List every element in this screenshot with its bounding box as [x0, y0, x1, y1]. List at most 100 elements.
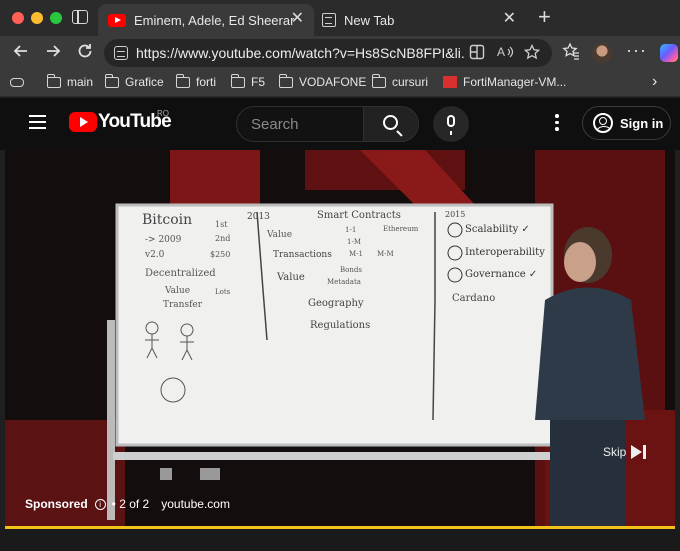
- skip-label: Skip: [603, 445, 627, 459]
- bookmark-fortimanager[interactable]: FortiManager-VM...: [443, 75, 566, 89]
- tab-actions-icon[interactable]: [72, 10, 88, 24]
- new-tab-button[interactable]: +: [538, 6, 551, 28]
- board-2015: 2015: [445, 210, 466, 219]
- board-m-1: M-1: [349, 250, 363, 258]
- video-player[interactable]: Bitcoin 1st -> 2009 2nd v2.0 $250 Decent…: [5, 150, 675, 529]
- ad-sponsored-label: Sponsored: [25, 497, 88, 511]
- address-bar[interactable]: https://www.youtube.com/watch?v=Hs8ScNB8…: [104, 39, 552, 67]
- below-player-area: [0, 529, 680, 551]
- sign-in-label: Sign in: [620, 115, 664, 131]
- board-smart-contracts: Smart Contracts: [317, 210, 401, 221]
- lock-icon[interactable]: [114, 46, 128, 60]
- forward-icon[interactable]: [44, 42, 62, 64]
- menu-icon[interactable]: [29, 115, 46, 129]
- board-2nd: 2nd: [215, 234, 231, 243]
- board-value: Value: [165, 286, 191, 296]
- ad-domain-link[interactable]: youtube.com: [161, 497, 230, 511]
- ad-count: • 2 of 2: [111, 497, 150, 511]
- folder-icon: [175, 73, 190, 88]
- board-ethereum: Ethereum: [383, 225, 419, 233]
- region-code: RO: [157, 109, 169, 118]
- minimize-window-button[interactable]: [31, 12, 43, 24]
- tab-title: New Tab: [344, 12, 395, 28]
- board-250: $250: [210, 250, 231, 259]
- board-governance: Governance ✓: [465, 269, 538, 280]
- board-value-2: Value: [267, 230, 293, 240]
- skip-ad-button[interactable]: Skip: [603, 445, 647, 459]
- board-2013: 2013: [247, 212, 270, 222]
- board-transactions: Transactions: [273, 250, 332, 260]
- new-tab-favicon-icon: [322, 13, 336, 27]
- video-frame: [5, 150, 675, 529]
- board-value-3: Value: [277, 272, 305, 283]
- more-icon[interactable]: ···: [626, 40, 647, 60]
- tab-close-icon[interactable]: ✕: [503, 11, 516, 27]
- board-geography: Geography: [308, 298, 364, 309]
- bookmark-folder-cursuri[interactable]: cursuri: [371, 73, 428, 89]
- tab-title: Eminem, Adele, Ed Sheeran, The Weeknd: [134, 12, 294, 28]
- youtube-logo-icon[interactable]: [69, 112, 97, 132]
- board-bitcoin: Bitcoin: [142, 212, 193, 228]
- back-icon[interactable]: [12, 42, 30, 64]
- board-transfer: Transfer: [163, 300, 203, 310]
- ad-info-icon[interactable]: i: [94, 498, 106, 510]
- read-aloud-icon[interactable]: A: [497, 44, 515, 63]
- url-text[interactable]: https://www.youtube.com/watch?v=Hs8ScNB8…: [136, 45, 466, 61]
- tab-close-icon[interactable]: ✕: [291, 11, 304, 27]
- bookmark-folder-main[interactable]: main: [46, 73, 93, 89]
- folder-icon: [230, 73, 245, 88]
- board-interoperability: Interoperability: [465, 247, 545, 258]
- board-decentralized: Decentralized: [145, 268, 216, 279]
- games-icon[interactable]: [10, 78, 24, 87]
- board-v2: v2.0: [145, 250, 165, 260]
- browser-toolbar: https://www.youtube.com/watch?v=Hs8ScNB8…: [0, 36, 680, 70]
- board-bonds: Bonds: [340, 266, 362, 274]
- favorites-icon[interactable]: [562, 42, 580, 64]
- bookmarks-overflow-chevron-icon[interactable]: ›: [652, 73, 657, 91]
- split-screen-icon[interactable]: [469, 44, 485, 63]
- search-input[interactable]: Search: [236, 106, 363, 142]
- board-scalability: Scalability ✓: [465, 224, 530, 235]
- folder-icon: [278, 73, 293, 88]
- youtube-header: YouTube RO Search Sign in: [0, 98, 680, 150]
- microphone-icon: [447, 115, 455, 135]
- account-icon: [593, 113, 613, 133]
- folder-icon: [46, 73, 61, 88]
- bookmarks-bar: main Grafice forti F5 VODAFONE cursuri F…: [0, 70, 680, 97]
- skip-next-icon: [631, 445, 647, 459]
- board-regulations: Regulations: [310, 320, 371, 331]
- search-placeholder: Search: [251, 116, 299, 133]
- board-cardano: Cardano: [452, 293, 496, 304]
- folder-icon: [371, 73, 386, 88]
- board-1st: 1st: [215, 220, 228, 229]
- sign-in-button[interactable]: Sign in: [582, 106, 671, 140]
- favorite-star-icon[interactable]: [523, 43, 541, 63]
- copilot-icon[interactable]: [660, 44, 678, 62]
- bookmark-folder-vodafone[interactable]: VODAFONE: [278, 73, 366, 89]
- close-window-button[interactable]: [12, 12, 24, 24]
- bookmark-folder-forti[interactable]: forti: [175, 73, 216, 89]
- settings-more-icon[interactable]: [555, 114, 559, 132]
- refresh-icon[interactable]: [76, 42, 94, 64]
- search-icon: [383, 115, 398, 130]
- board-1-1: 1-1: [345, 226, 357, 234]
- voice-search-button[interactable]: [433, 106, 469, 142]
- svg-text:A: A: [497, 45, 505, 59]
- youtube-favicon-icon: [108, 13, 126, 27]
- bookmark-folder-f5[interactable]: F5: [230, 73, 265, 89]
- board-metadata: Metadata: [327, 278, 361, 286]
- board-2009: -> 2009: [145, 235, 182, 245]
- tab-youtube[interactable]: Eminem, Adele, Ed Sheeran, The Weeknd ✕: [98, 4, 314, 36]
- search-button[interactable]: [363, 106, 419, 142]
- board-1-m: 1-M: [347, 238, 361, 246]
- folder-icon: [104, 73, 119, 88]
- tab-new-tab[interactable]: New Tab ✕: [316, 4, 526, 36]
- fortinet-favicon-icon: [443, 76, 457, 88]
- profile-avatar[interactable]: [592, 43, 612, 63]
- browser-tab-bar: Eminem, Adele, Ed Sheeran, The Weeknd ✕ …: [0, 0, 680, 36]
- ad-info-bar: Sponsored i • 2 of 2 youtube.com: [25, 497, 230, 511]
- maximize-window-button[interactable]: [50, 12, 62, 24]
- board-m-m: M-M: [377, 250, 394, 258]
- board-lots: Lots: [215, 288, 231, 296]
- bookmark-folder-grafice[interactable]: Grafice: [104, 73, 164, 89]
